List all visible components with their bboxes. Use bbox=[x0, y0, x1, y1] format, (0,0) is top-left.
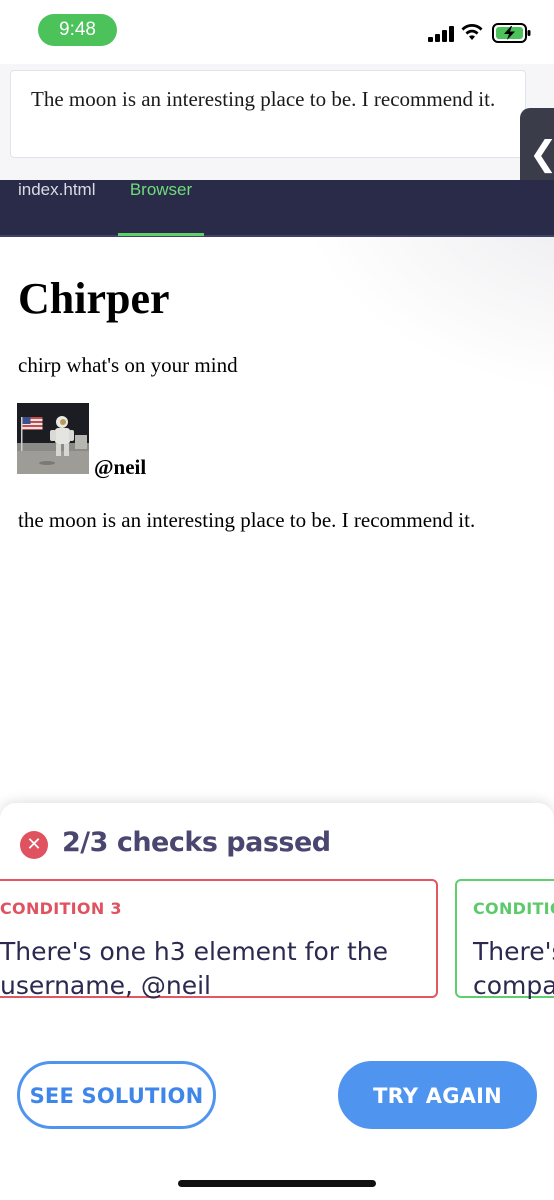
battery-charging-icon bbox=[492, 23, 531, 43]
page-heading: Chirper bbox=[18, 274, 170, 323]
see-solution-button[interactable]: SEE SOLUTION bbox=[17, 1061, 216, 1129]
condition-label: CONDITION 3 bbox=[0, 899, 122, 918]
status-time: 9:48 bbox=[38, 14, 117, 46]
tab-index-html[interactable]: index.html bbox=[18, 180, 95, 237]
username-heading: @neil bbox=[94, 455, 147, 479]
condition-text: There's compa bbox=[473, 937, 554, 1000]
checks-summary: 2/3 checks passed bbox=[62, 827, 331, 858]
page-tagline: chirp what's on your mind bbox=[18, 353, 238, 377]
condition-text: There's one h3 element for the username,… bbox=[0, 937, 389, 1000]
browser-preview: Chirper chirp what's on your mind @neil … bbox=[0, 237, 554, 807]
active-tab-indicator bbox=[118, 233, 204, 236]
editor-preview-area: The moon is an interesting place to be. … bbox=[0, 64, 554, 180]
home-indicator bbox=[178, 1180, 376, 1187]
chevron-left-icon: ❮ bbox=[529, 136, 554, 172]
avatar bbox=[17, 403, 89, 474]
astronaut-photo bbox=[17, 403, 89, 474]
x-circle-icon: ✕ bbox=[20, 831, 48, 859]
condition-card-failed[interactable]: CONDITION 3 There's one h3 element for t… bbox=[0, 879, 438, 1000]
condition-card-passed[interactable]: CONDITIO There's compa bbox=[455, 879, 554, 1000]
message-card: The moon is an interesting place to be. … bbox=[10, 70, 526, 158]
cellular-signal-icon bbox=[428, 26, 454, 42]
tab-bar: index.html Browser bbox=[0, 180, 554, 237]
status-bar: 9:48 bbox=[0, 0, 554, 64]
results-sheet: ✕ 2/3 checks passed CONDITION 3 There's … bbox=[0, 803, 554, 1200]
try-again-button[interactable]: TRY AGAIN bbox=[338, 1061, 537, 1129]
condition-label: CONDITIO bbox=[473, 899, 554, 918]
tab-browser[interactable]: Browser bbox=[118, 180, 204, 237]
wifi-icon bbox=[461, 24, 483, 40]
chirp-post-text: the moon is an interesting place to be. … bbox=[18, 508, 476, 532]
